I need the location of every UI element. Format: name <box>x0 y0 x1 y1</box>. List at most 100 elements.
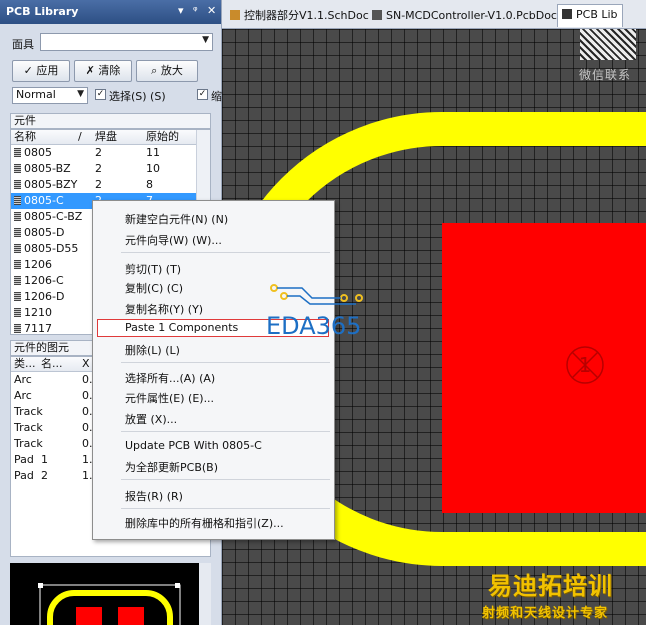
mask-label: 面具 <box>12 38 34 51</box>
preview-scrollbar[interactable] <box>199 563 211 625</box>
menu-delete[interactable]: 删除(L) (L) <box>125 342 180 358</box>
tab-label: 控制器部分V1.1.SchDoc <box>244 9 369 22</box>
preview-silk <box>47 590 173 625</box>
col-pads[interactable]: 焊盘 <box>95 130 117 144</box>
component-pads: 2 <box>95 162 102 175</box>
primitive-type: Arc <box>14 389 32 402</box>
menu-report[interactable]: 报告(R) (R) <box>125 488 183 504</box>
col-primitives[interactable]: 原始的 <box>146 130 179 144</box>
menu-new-component[interactable]: 新建空白元件(N) (N) <box>125 211 228 227</box>
component-icon <box>14 244 21 253</box>
zoom-button[interactable]: ⌕ 放大 <box>136 60 198 82</box>
menu-copy-name[interactable]: 复制名称(Y) (Y) <box>125 301 203 317</box>
tab-schdoc[interactable]: 控制器部分V1.1.SchDoc <box>230 6 369 26</box>
component-primitives: 8 <box>146 178 153 191</box>
menu-component-wizard[interactable]: 元件向导(W) (W)... <box>125 232 222 248</box>
menu-cut[interactable]: 剪切(T) (T) <box>125 261 181 277</box>
logo-dot <box>355 294 363 302</box>
component-name: 0805 <box>14 146 52 160</box>
tab-pcblib[interactable]: PCB Lib <box>557 4 623 27</box>
component-icon <box>14 276 21 285</box>
menu-update-all-pcb[interactable]: 为全部更新PCB(B) <box>125 459 218 475</box>
preview-handle <box>38 583 43 588</box>
clear-icon: ✗ <box>85 64 99 77</box>
brand-watermark: 易迪拓培训 <box>488 572 613 600</box>
component-icon <box>14 164 21 173</box>
menu-place[interactable]: 放置 (X)... <box>125 411 177 427</box>
primitive-type: Track <box>14 437 43 450</box>
preview-pad <box>118 607 144 625</box>
logo-dot <box>270 284 278 292</box>
panel-title: PCB Library <box>6 5 79 18</box>
primitive-type: Track <box>14 421 43 434</box>
menu-copy[interactable]: 复制(C) (C) <box>125 280 183 296</box>
primitive-type: Pad <box>14 469 34 482</box>
component-icon <box>14 228 21 237</box>
tab-label: PCB Lib <box>576 8 618 21</box>
panel-menu-icon[interactable]: ▾ <box>178 4 184 17</box>
primitive-type: Track <box>14 405 43 418</box>
mask-combo[interactable]: ▼ <box>40 33 213 51</box>
col-x[interactable]: X <box>82 357 90 371</box>
component-name: 1210 <box>14 306 52 320</box>
primitive-name: 2 <box>41 469 48 482</box>
components-header: 元件 <box>10 113 211 129</box>
extra-checkbox[interactable]: ✓ <box>197 89 208 100</box>
component-icon <box>14 324 21 333</box>
menu-separator <box>121 479 330 480</box>
contact-watermark: 微信联系 <box>579 68 632 82</box>
pin-icon[interactable]: ᵠ <box>193 4 198 17</box>
preview-handle <box>175 583 180 588</box>
component-row[interactable]: 0805 2 11 <box>11 145 210 161</box>
col-sort[interactable]: / <box>78 130 82 144</box>
component-icon <box>14 148 21 157</box>
component-icon <box>14 308 21 317</box>
menu-paste[interactable]: Paste 1 Components <box>125 321 238 334</box>
pcb-icon <box>372 10 382 20</box>
menu-select-all[interactable]: 选择所有...(A) (A) <box>125 370 215 386</box>
menu-separator <box>121 508 330 509</box>
primitive-type: Arc <box>14 373 32 386</box>
document-tabbar: 控制器部分V1.1.SchDoc SN-MCDController-V1.0.P… <box>222 0 646 29</box>
chevron-down-icon: ▼ <box>202 35 209 45</box>
component-name: 1206-D <box>14 290 64 304</box>
pad-designator: 1 <box>579 353 592 377</box>
pad-1[interactable] <box>442 223 646 513</box>
clear-button[interactable]: ✗ 清除 <box>74 60 132 82</box>
component-name: 0805-D <box>14 226 64 240</box>
component-name: 0805-D55 <box>14 242 78 256</box>
mode-value: Normal <box>16 88 56 101</box>
tab-pcbdoc[interactable]: SN-MCDController-V1.0.PcbDoc * <box>372 6 566 26</box>
component-icon <box>14 180 21 189</box>
col-type[interactable]: 类... <box>14 357 36 371</box>
component-icon <box>14 196 21 205</box>
magnifier-icon: ⌕ <box>151 64 161 77</box>
component-primitives: 10 <box>146 162 160 175</box>
component-row[interactable]: 0805-BZY 2 8 <box>11 177 210 193</box>
component-icon <box>14 212 21 221</box>
component-name: 0805-C <box>14 194 64 208</box>
component-icon <box>14 260 21 269</box>
qr-code <box>580 29 636 60</box>
apply-button[interactable]: ✓ 应用 <box>12 60 70 82</box>
component-primitives: 11 <box>146 146 160 159</box>
eda365-watermark: EDA365 <box>266 312 362 340</box>
chevron-down-icon: ▼ <box>77 89 84 99</box>
menu-component-properties[interactable]: 元件属性(E) (E)... <box>125 390 214 406</box>
extra-label: 缩 <box>211 90 222 103</box>
clear-label: 清除 <box>98 64 121 77</box>
component-row[interactable]: 0805-BZ 2 10 <box>11 161 210 177</box>
context-menu: 新建空白元件(N) (N) 元件向导(W) (W)... 剪切(T) (T) 复… <box>92 200 335 540</box>
menu-separator <box>121 431 330 432</box>
component-name: 1206-C <box>14 274 64 288</box>
menu-update-pcb[interactable]: Update PCB With 0805-C <box>125 439 262 452</box>
col-name[interactable]: 名称 <box>14 130 36 144</box>
component-icon <box>14 292 21 301</box>
close-icon[interactable]: ✕ <box>207 4 216 17</box>
mode-select[interactable]: Normal ▼ <box>12 87 88 104</box>
pcblib-icon <box>562 9 572 19</box>
col-prim-name[interactable]: 名... <box>41 357 63 371</box>
select-checkbox[interactable]: ✓ <box>95 89 106 100</box>
menu-delete-grids[interactable]: 删除库中的所有栅格和指引(Z)... <box>125 515 284 531</box>
component-name: 0805-BZ <box>14 162 71 176</box>
